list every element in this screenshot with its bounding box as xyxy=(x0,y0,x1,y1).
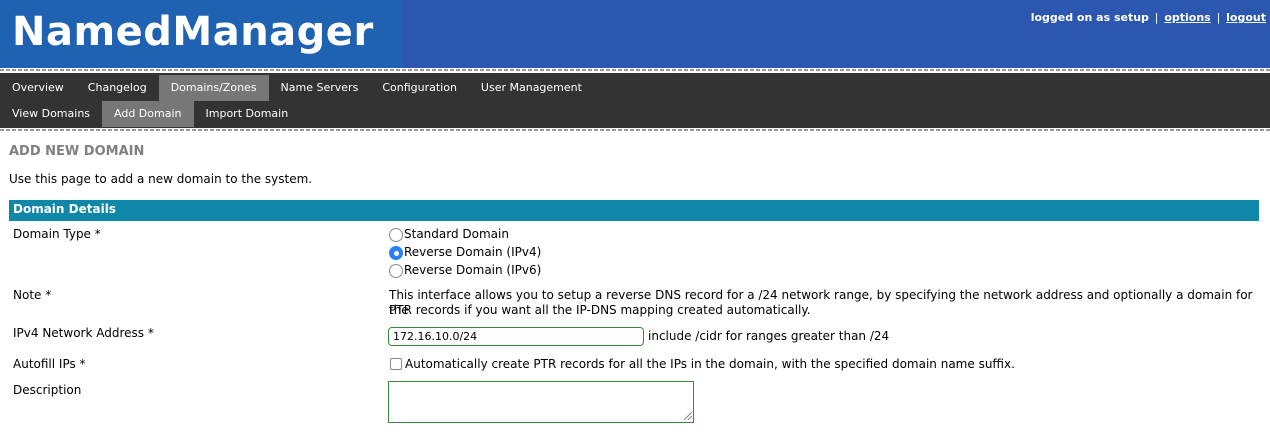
radio-reverse-ipv6[interactable] xyxy=(389,264,403,278)
domain-type-label: Domain Type * xyxy=(13,227,101,241)
user-links: logged on as setup | options | logout xyxy=(1031,11,1266,24)
navigation-bar: Overview Changelog Domains/Zones Name Se… xyxy=(0,73,1270,128)
link-separator: | xyxy=(1154,11,1159,24)
radio-standard-domain[interactable] xyxy=(389,228,403,242)
header-divider xyxy=(0,69,1270,71)
subnav-view-domains[interactable]: View Domains xyxy=(0,101,102,127)
ipv4-address-input[interactable] xyxy=(388,327,644,346)
cidr-hint: include /cidr for ranges greater than /2… xyxy=(648,329,890,343)
nav-divider xyxy=(0,129,1270,131)
app-header: NamedManager logged on as setup | option… xyxy=(0,0,1270,68)
autofill-label: Autofill IPs * xyxy=(13,357,86,371)
sub-menu: View Domains Add Domain Import Domain xyxy=(0,101,1270,128)
page-intro: Use this page to add a new domain to the… xyxy=(9,172,313,186)
note-text-line2: PTR records if you want all the IP-DNS m… xyxy=(389,303,811,317)
radio-reverse-ipv4[interactable] xyxy=(389,246,403,260)
radio-standard-domain-label[interactable]: Standard Domain xyxy=(404,227,509,241)
section-title: Domain Details xyxy=(13,202,116,216)
section-header: Domain Details xyxy=(9,200,1259,221)
description-textarea[interactable] xyxy=(388,381,694,423)
subnav-import-domain[interactable]: Import Domain xyxy=(194,101,301,127)
ipv4-address-label: IPv4 Network Address * xyxy=(13,326,154,340)
page-title: ADD NEW DOMAIN xyxy=(9,144,145,159)
nav-user-management[interactable]: User Management xyxy=(469,75,594,101)
resize-grip-icon[interactable] xyxy=(684,412,692,420)
main-menu: Overview Changelog Domains/Zones Name Se… xyxy=(0,75,1270,102)
radio-reverse-ipv4-label[interactable]: Reverse Domain (IPv4) xyxy=(404,245,541,259)
nav-changelog[interactable]: Changelog xyxy=(76,75,159,101)
logo-box: NamedManager xyxy=(0,0,402,68)
link-separator: | xyxy=(1216,11,1221,24)
radio-reverse-ipv6-label[interactable]: Reverse Domain (IPv6) xyxy=(404,263,541,277)
app-logo[interactable]: NamedManager xyxy=(12,8,374,56)
subnav-add-domain[interactable]: Add Domain xyxy=(102,101,194,127)
autofill-checkbox-label[interactable]: Automatically create PTR records for all… xyxy=(405,357,1015,372)
nav-domains-zones[interactable]: Domains/Zones xyxy=(158,75,269,101)
options-link[interactable]: options xyxy=(1164,11,1210,24)
logout-link[interactable]: logout xyxy=(1226,11,1266,24)
autofill-checkbox[interactable] xyxy=(390,358,402,370)
nav-overview[interactable]: Overview xyxy=(0,75,76,101)
nav-name-servers[interactable]: Name Servers xyxy=(269,75,371,101)
logged-on-text: logged on as setup xyxy=(1030,11,1149,24)
note-label: Note * xyxy=(13,288,52,302)
nav-configuration[interactable]: Configuration xyxy=(370,75,469,101)
description-label: Description xyxy=(13,383,82,397)
